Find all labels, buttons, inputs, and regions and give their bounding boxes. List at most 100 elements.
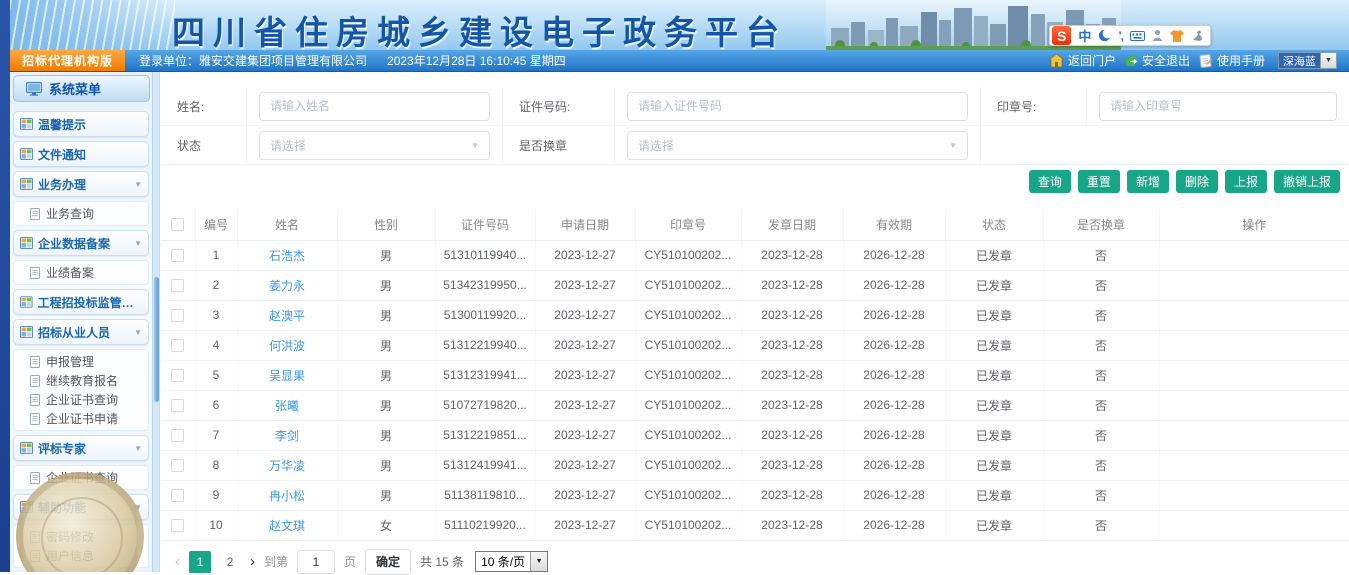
table-cell: 赵澳平 — [237, 300, 337, 330]
query-button[interactable]: 查询 — [1029, 170, 1071, 193]
sidebar-sub-item[interactable]: 业务查询 — [14, 204, 148, 223]
person-name-link[interactable]: 何洪波 — [269, 339, 305, 353]
table-cell: CY510100202... — [635, 510, 741, 540]
prev-page-button[interactable]: ‹ — [175, 554, 180, 569]
column-header: 发章日期 — [741, 209, 843, 240]
table-cell: 否 — [1043, 510, 1159, 540]
input-method-bar[interactable]: S 中 ’, — [1049, 25, 1211, 46]
person-name-link[interactable]: 姜力永 — [269, 279, 305, 293]
ime-skin-icon[interactable] — [1170, 30, 1184, 42]
page-number-button[interactable]: 2 — [219, 551, 241, 573]
ime-settings-icon[interactable] — [1191, 30, 1203, 42]
sidebar-group-item[interactable]: 温馨提示 — [13, 111, 149, 137]
user-manual-link[interactable]: 使用手册 — [1199, 52, 1265, 69]
person-name-link[interactable]: 吴显果 — [269, 369, 305, 383]
status-select[interactable]: 请选择 ▼ — [259, 131, 490, 160]
ime-logo-icon[interactable]: S — [1052, 26, 1071, 45]
sidebar-group-item[interactable]: 评标专家▼ — [13, 435, 149, 461]
sidebar-group-item[interactable]: 工程招投标监管平台 — [13, 289, 149, 315]
row-checkbox[interactable] — [171, 369, 184, 382]
person-name-link[interactable]: 李剑 — [275, 429, 299, 443]
table-cell: 6 — [195, 390, 237, 420]
sidebar-sub-item[interactable]: 企业证书查询 — [14, 390, 148, 409]
table-cell: 男 — [337, 240, 435, 270]
person-name-link[interactable]: 石浩杰 — [269, 249, 305, 263]
sidebar-sub-panel: 业绩备案 — [13, 260, 149, 285]
ime-user-icon[interactable] — [1152, 29, 1163, 42]
theme-select[interactable]: 深海蓝 ▼ — [1278, 52, 1337, 69]
seal-change-select[interactable]: 请选择 ▼ — [627, 131, 968, 160]
sidebar-group-label: 招标从业人员 — [38, 324, 110, 341]
table-cell: 9 — [195, 480, 237, 510]
ime-moon-icon[interactable] — [1098, 29, 1111, 42]
table-row: 2姜力永男51342319950...2023-12-27CY510100202… — [161, 270, 1349, 300]
table-cell: 男 — [337, 360, 435, 390]
next-page-button[interactable]: › — [250, 554, 255, 569]
table-cell: 2023-12-28 — [741, 450, 843, 480]
chevron-down-icon[interactable]: ▼ — [1320, 53, 1336, 68]
row-checkbox[interactable] — [171, 339, 184, 352]
table-cell: 2026-12-28 — [843, 270, 945, 300]
person-name-link[interactable]: 张曦 — [275, 399, 299, 413]
ime-keyboard-icon[interactable] — [1130, 31, 1145, 41]
table-row: 7李剑男51312219851...2023-12-27CY510100202.… — [161, 420, 1349, 450]
table-row: 6张曦男51072719820...2023-12-27CY510100202.… — [161, 390, 1349, 420]
table-cell: 2023-12-27 — [535, 270, 635, 300]
return-portal-link[interactable]: 返回门户 — [1049, 52, 1116, 69]
goto-page-input[interactable] — [297, 550, 335, 574]
sidebar-sub-panel: 申报管理继续教育报名企业证书查询企业证书申请 — [13, 349, 149, 431]
sidebar-group-item[interactable]: 企业数据备案▼ — [13, 230, 149, 256]
row-checkbox[interactable] — [171, 399, 184, 412]
cancel-report-button[interactable]: 撤销上报 — [1274, 170, 1340, 193]
menu-grid-icon — [20, 442, 33, 454]
sidebar-group-item[interactable]: 招标从业人员▼ — [13, 319, 149, 345]
scrollbar-thumb[interactable] — [154, 277, 159, 402]
row-checkbox[interactable] — [171, 489, 184, 502]
reset-button[interactable]: 重置 — [1078, 170, 1120, 193]
home-icon — [1049, 54, 1064, 68]
select-all-checkbox[interactable] — [171, 218, 184, 231]
person-name-link[interactable]: 冉小松 — [269, 489, 305, 503]
page-number-button[interactable]: 1 — [189, 551, 211, 573]
table-cell: 万华凌 — [237, 450, 337, 480]
seal-number-input[interactable] — [1099, 92, 1337, 121]
row-checkbox[interactable] — [171, 309, 184, 322]
name-input[interactable] — [259, 92, 490, 121]
row-checkbox[interactable] — [171, 249, 184, 262]
table-cell: 2023-12-28 — [741, 390, 843, 420]
add-button[interactable]: 新增 — [1127, 170, 1169, 193]
person-name-link[interactable]: 万华凌 — [269, 459, 305, 473]
sidebar-group-item[interactable]: 业务办理▼ — [13, 171, 149, 197]
id-number-input[interactable] — [627, 92, 968, 121]
safe-exit-link[interactable]: 安全退出 — [1125, 52, 1190, 69]
sidebar-sub-item[interactable]: 申报管理 — [14, 352, 148, 371]
table-cell — [1159, 390, 1349, 420]
ime-language-icon[interactable]: 中 — [1078, 26, 1091, 45]
row-checkbox[interactable] — [171, 279, 184, 292]
ime-punctuation-icon[interactable]: ’, — [1118, 29, 1123, 43]
sidebar-group-item[interactable]: 文件通知 — [13, 141, 149, 167]
sidebar-scrollbar[interactable] — [152, 72, 159, 572]
table-cell: 2023-12-27 — [535, 510, 635, 540]
delete-button[interactable]: 删除 — [1176, 170, 1218, 193]
sidebar-sub-item[interactable]: 企业证书申请 — [14, 409, 148, 428]
status-field-label: 状态 — [161, 126, 247, 165]
table-cell: 男 — [337, 300, 435, 330]
menu-grid-icon — [20, 148, 33, 160]
sidebar-sub-item[interactable]: 业绩备案 — [14, 263, 148, 282]
column-header: 印章号 — [635, 209, 741, 240]
table-cell: 51300119920... — [435, 300, 535, 330]
table-cell — [1159, 510, 1349, 540]
row-checkbox[interactable] — [171, 459, 184, 472]
row-checkbox[interactable] — [171, 429, 184, 442]
person-name-link[interactable]: 赵澳平 — [269, 309, 305, 323]
sidebar-sub-item[interactable]: 继续教育报名 — [14, 371, 148, 390]
page-size-select[interactable]: 10 条/页 ▼ — [475, 551, 548, 572]
row-checkbox[interactable] — [171, 519, 184, 532]
table-cell: 男 — [337, 480, 435, 510]
confirm-page-button[interactable]: 确定 — [365, 549, 411, 575]
person-name-link[interactable]: 赵文琪 — [269, 519, 305, 533]
table-cell — [1159, 330, 1349, 360]
sidebar-sub-label: 继续教育报名 — [46, 372, 118, 389]
report-button[interactable]: 上报 — [1225, 170, 1267, 193]
